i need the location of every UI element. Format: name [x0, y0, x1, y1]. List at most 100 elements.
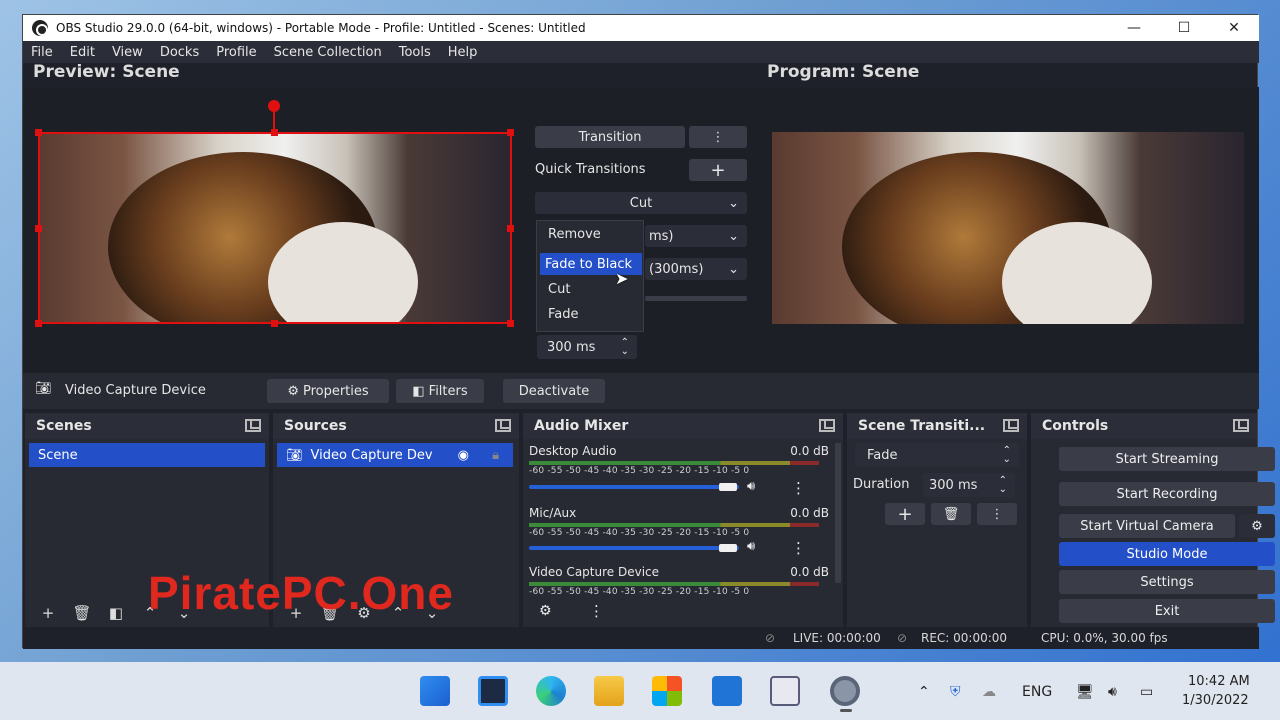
settings-button[interactable]: Settings — [1059, 570, 1275, 594]
spin-arrows-icon: ⌃ ⌄ — [998, 475, 1007, 495]
menu-tools[interactable]: Tools — [399, 45, 431, 60]
menu-scene-collection[interactable]: Scene Collection — [274, 45, 382, 60]
dropdown-item-cut[interactable]: Cut — [543, 278, 575, 300]
duration-spinbox[interactable]: 300 ms ⌃ ⌄ — [923, 473, 1015, 497]
more-vertical-icon: ⋮ — [990, 506, 1004, 522]
transition-properties-button[interactable]: ⋮ — [977, 503, 1017, 525]
float-dock-icon[interactable] — [245, 419, 261, 432]
exit-button[interactable]: Exit — [1059, 599, 1275, 623]
volume-icon[interactable]: 🔊︎ — [1108, 684, 1117, 700]
more-vertical-icon[interactable]: ⋮ — [791, 479, 806, 497]
resize-handle[interactable] — [35, 320, 42, 327]
quick-transition-combo-2[interactable]: ms) ⌄ — [645, 225, 747, 247]
volume-slider[interactable] — [529, 485, 739, 489]
channel-db: 0.0 dB — [790, 444, 829, 458]
transition-menu-button[interactable]: ⋮ — [689, 126, 747, 148]
menu-help[interactable]: Help — [448, 45, 478, 60]
eye-icon[interactable]: ◉ — [458, 448, 469, 463]
float-dock-icon[interactable] — [1233, 419, 1249, 432]
clock-date[interactable]: 1/30/2022 — [1182, 693, 1249, 708]
shield-icon[interactable]: ⛨ — [950, 684, 961, 700]
rotation-handle[interactable] — [268, 100, 280, 112]
volume-slider[interactable] — [529, 546, 739, 550]
deactivate-button[interactable]: Deactivate — [503, 379, 605, 403]
battery-icon[interactable]: ▭ — [1140, 684, 1153, 700]
app-icon[interactable] — [770, 676, 800, 706]
source-item[interactable]: 📷︎ Video Capture Dev ◉ 🔒︎ — [277, 443, 513, 467]
quick-transitions-label: Quick Transitions — [535, 162, 646, 177]
resize-handle[interactable] — [35, 129, 42, 136]
studio-mode-button[interactable]: Studio Mode — [1059, 542, 1275, 566]
scene-item[interactable]: Scene — [29, 443, 265, 467]
gear-icon: ⚙ — [287, 383, 299, 399]
dock-title: Scene Transiti... — [858, 418, 986, 434]
resize-handle[interactable] — [35, 225, 42, 232]
file-explorer-icon[interactable] — [594, 676, 624, 706]
menu-file[interactable]: File — [31, 45, 53, 60]
float-dock-icon[interactable] — [819, 419, 835, 432]
volume-meter — [529, 461, 819, 465]
remove-transition-button[interactable]: 🗑︎ — [931, 503, 971, 525]
store-icon[interactable] — [652, 676, 682, 706]
window-title: OBS Studio 29.0.0 (64-bit, windows) - Po… — [56, 21, 586, 35]
camera-icon: 📷︎ — [35, 381, 52, 396]
mixer-scrollbar[interactable] — [835, 443, 841, 583]
trash-icon[interactable]: 🗑︎ — [69, 604, 95, 622]
settings-gear-icon[interactable] — [830, 676, 860, 706]
menu-edit[interactable]: Edit — [70, 45, 95, 60]
transition-button[interactable]: Transition — [535, 126, 685, 148]
resize-handle[interactable] — [507, 225, 514, 232]
volume-knob[interactable] — [719, 483, 737, 491]
filter-icon[interactable]: ◧ — [103, 604, 129, 622]
transition-duration-spinbox[interactable]: 300 ms ⌃ ⌄ — [537, 335, 637, 359]
speaker-icon[interactable]: 🔊︎ — [747, 479, 755, 494]
resize-handle[interactable] — [507, 129, 514, 136]
add-icon[interactable]: + — [35, 604, 61, 622]
dropdown-item-fade[interactable]: Fade — [543, 303, 584, 325]
chevron-up-icon[interactable]: ⌃ — [918, 684, 930, 700]
start-streaming-button[interactable]: Start Streaming — [1059, 447, 1275, 471]
filters-label: Filters — [428, 383, 468, 399]
add-quick-transition-button[interactable]: + — [689, 159, 747, 181]
start-virtual-camera-button[interactable]: Start Virtual Camera — [1059, 514, 1235, 538]
mail-icon[interactable] — [712, 676, 742, 706]
maximize-button[interactable]: ☐ — [1159, 15, 1209, 41]
gear-icon[interactable]: ⚙ — [539, 603, 552, 619]
virtual-camera-settings-button[interactable]: ⚙ — [1239, 514, 1275, 538]
windows-start-icon[interactable] — [420, 676, 450, 706]
more-vertical-icon[interactable]: ⋮ — [791, 539, 806, 557]
rec-time: REC: 00:00:00 — [921, 631, 1008, 645]
resize-handle[interactable] — [507, 320, 514, 327]
more-vertical-icon[interactable]: ⋮ — [589, 602, 604, 620]
menu-docks[interactable]: Docks — [160, 45, 199, 60]
menu-profile[interactable]: Profile — [216, 45, 256, 60]
add-transition-button[interactable]: + — [885, 503, 925, 525]
properties-button[interactable]: ⚙ Properties — [267, 379, 389, 403]
dock-title: Scenes — [36, 418, 92, 434]
minimize-button[interactable]: — — [1109, 15, 1159, 41]
transition-select[interactable]: Fade ⌃ ⌄ — [855, 443, 1019, 467]
resize-handle[interactable] — [271, 320, 278, 327]
lock-icon[interactable]: 🔒︎ — [492, 448, 499, 463]
network-icon[interactable]: 🖥︎ — [1076, 684, 1094, 700]
widgets-icon[interactable] — [478, 676, 508, 706]
float-dock-icon[interactable] — [495, 419, 511, 432]
language-indicator[interactable]: ENG — [1022, 684, 1052, 700]
dropdown-item-remove[interactable]: Remove — [543, 223, 606, 245]
float-dock-icon[interactable] — [1003, 419, 1019, 432]
edge-browser-icon[interactable] — [536, 676, 566, 706]
quick-transition-combo-3[interactable]: (300ms) ⌄ — [645, 258, 747, 280]
cloud-icon[interactable]: ☁ — [982, 684, 996, 700]
meter-scale: -60 -55 -50 -45 -40 -35 -30 -25 -20 -15 … — [529, 466, 750, 476]
speaker-icon[interactable]: 🔊︎ — [747, 539, 755, 554]
menu-view[interactable]: View — [112, 45, 143, 60]
transition-slider[interactable] — [645, 296, 747, 301]
clock-time[interactable]: 10:42 AM — [1188, 674, 1250, 689]
source-selection-box[interactable] — [38, 132, 512, 324]
quick-transition-cut[interactable]: Cut ⌄ — [535, 192, 747, 214]
filters-button[interactable]: ◧ Filters — [396, 379, 484, 403]
active-app-indicator — [840, 709, 852, 712]
close-button[interactable]: ✕ — [1209, 15, 1259, 41]
start-recording-button[interactable]: Start Recording — [1059, 482, 1275, 506]
volume-knob[interactable] — [719, 544, 737, 552]
